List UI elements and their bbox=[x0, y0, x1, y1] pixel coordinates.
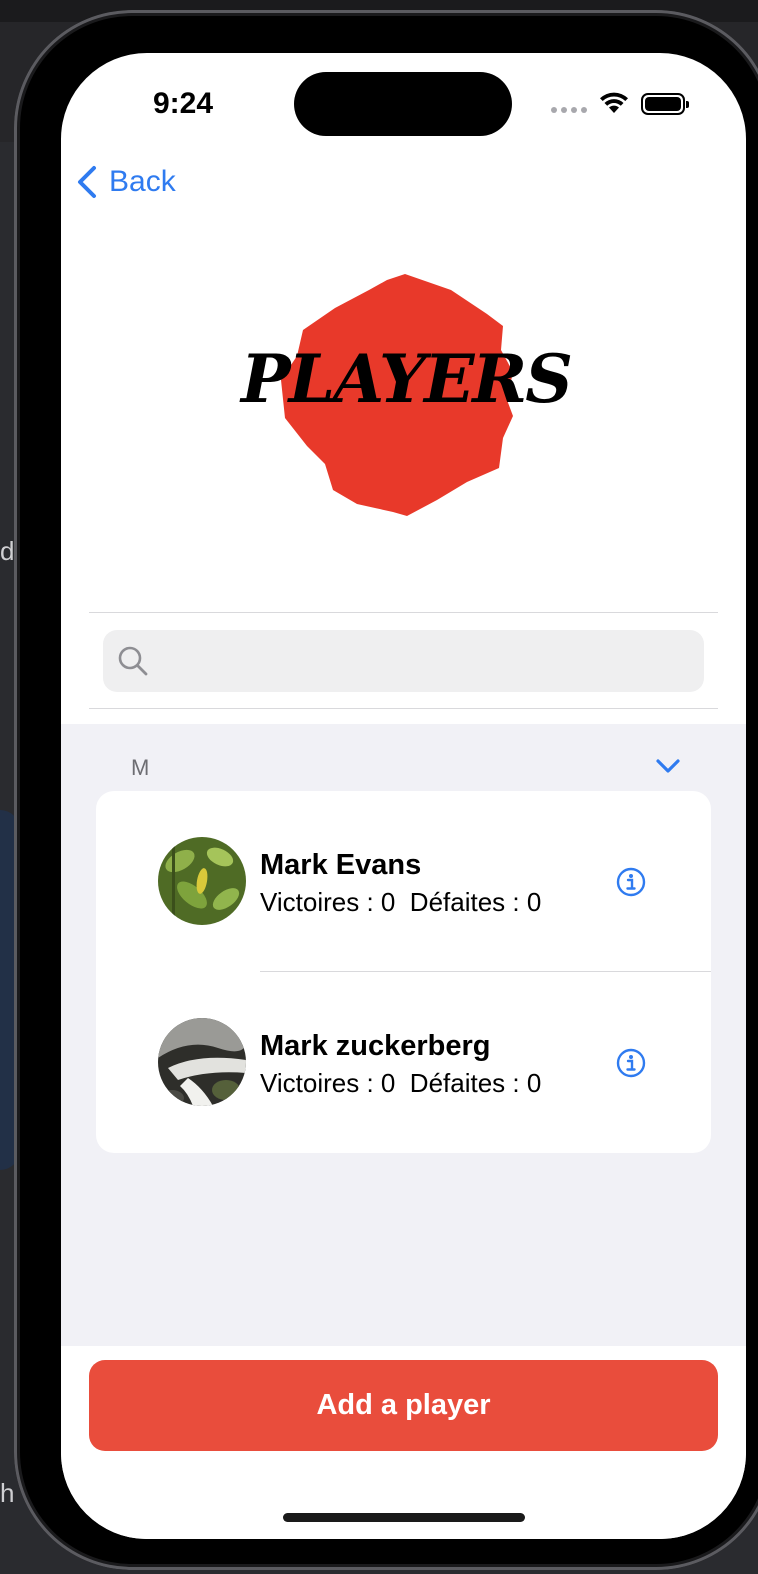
cellular-signal-icon bbox=[551, 107, 587, 113]
player-name: Mark Evans bbox=[260, 849, 422, 881]
chevron-left-icon bbox=[78, 166, 96, 198]
info-icon[interactable] bbox=[616, 1048, 646, 1078]
add-player-button[interactable]: Add a player bbox=[89, 1360, 718, 1451]
chevron-down-icon[interactable] bbox=[655, 757, 681, 775]
home-indicator bbox=[283, 1513, 525, 1522]
player-avatar bbox=[158, 837, 246, 925]
player-avatar bbox=[158, 1018, 246, 1106]
logo-text: PLAYERS bbox=[241, 340, 573, 418]
info-icon[interactable] bbox=[616, 867, 646, 897]
player-row[interactable]: Mark zuckerberg Victoires : 0 Défaites :… bbox=[96, 972, 711, 1142]
battery-icon bbox=[641, 93, 689, 115]
section-header-letter: M bbox=[131, 755, 150, 780]
desktop-text-fragment: d bbox=[0, 536, 15, 566]
search-field[interactable] bbox=[103, 630, 704, 692]
divider bbox=[89, 708, 718, 709]
desktop-text-fragment: h bbox=[0, 1478, 15, 1508]
player-stats: Victoires : 0 Défaites : 0 bbox=[260, 887, 542, 917]
wifi-icon bbox=[600, 92, 628, 113]
status-time: 9:24 bbox=[153, 87, 214, 120]
back-label: Back bbox=[109, 165, 176, 198]
players-logo: PLAYERS bbox=[241, 268, 573, 518]
player-stats: Victoires : 0 Défaites : 0 bbox=[260, 1068, 542, 1098]
search-icon bbox=[118, 646, 148, 676]
iphone-simulator-frame: 9:24 Back PLAYERS M Mark Evans Victoires… bbox=[14, 10, 758, 1570]
player-list-card: Mark Evans Victoires : 0 Défaites : 0 Ma… bbox=[96, 791, 711, 1153]
dynamic-island bbox=[294, 72, 512, 136]
player-row[interactable]: Mark Evans Victoires : 0 Défaites : 0 bbox=[96, 791, 711, 961]
back-button[interactable]: Back bbox=[77, 165, 176, 199]
phone-screen: 9:24 Back PLAYERS M Mark Evans Victoires… bbox=[61, 53, 746, 1539]
divider bbox=[89, 612, 718, 613]
player-name: Mark zuckerberg bbox=[260, 1030, 491, 1062]
